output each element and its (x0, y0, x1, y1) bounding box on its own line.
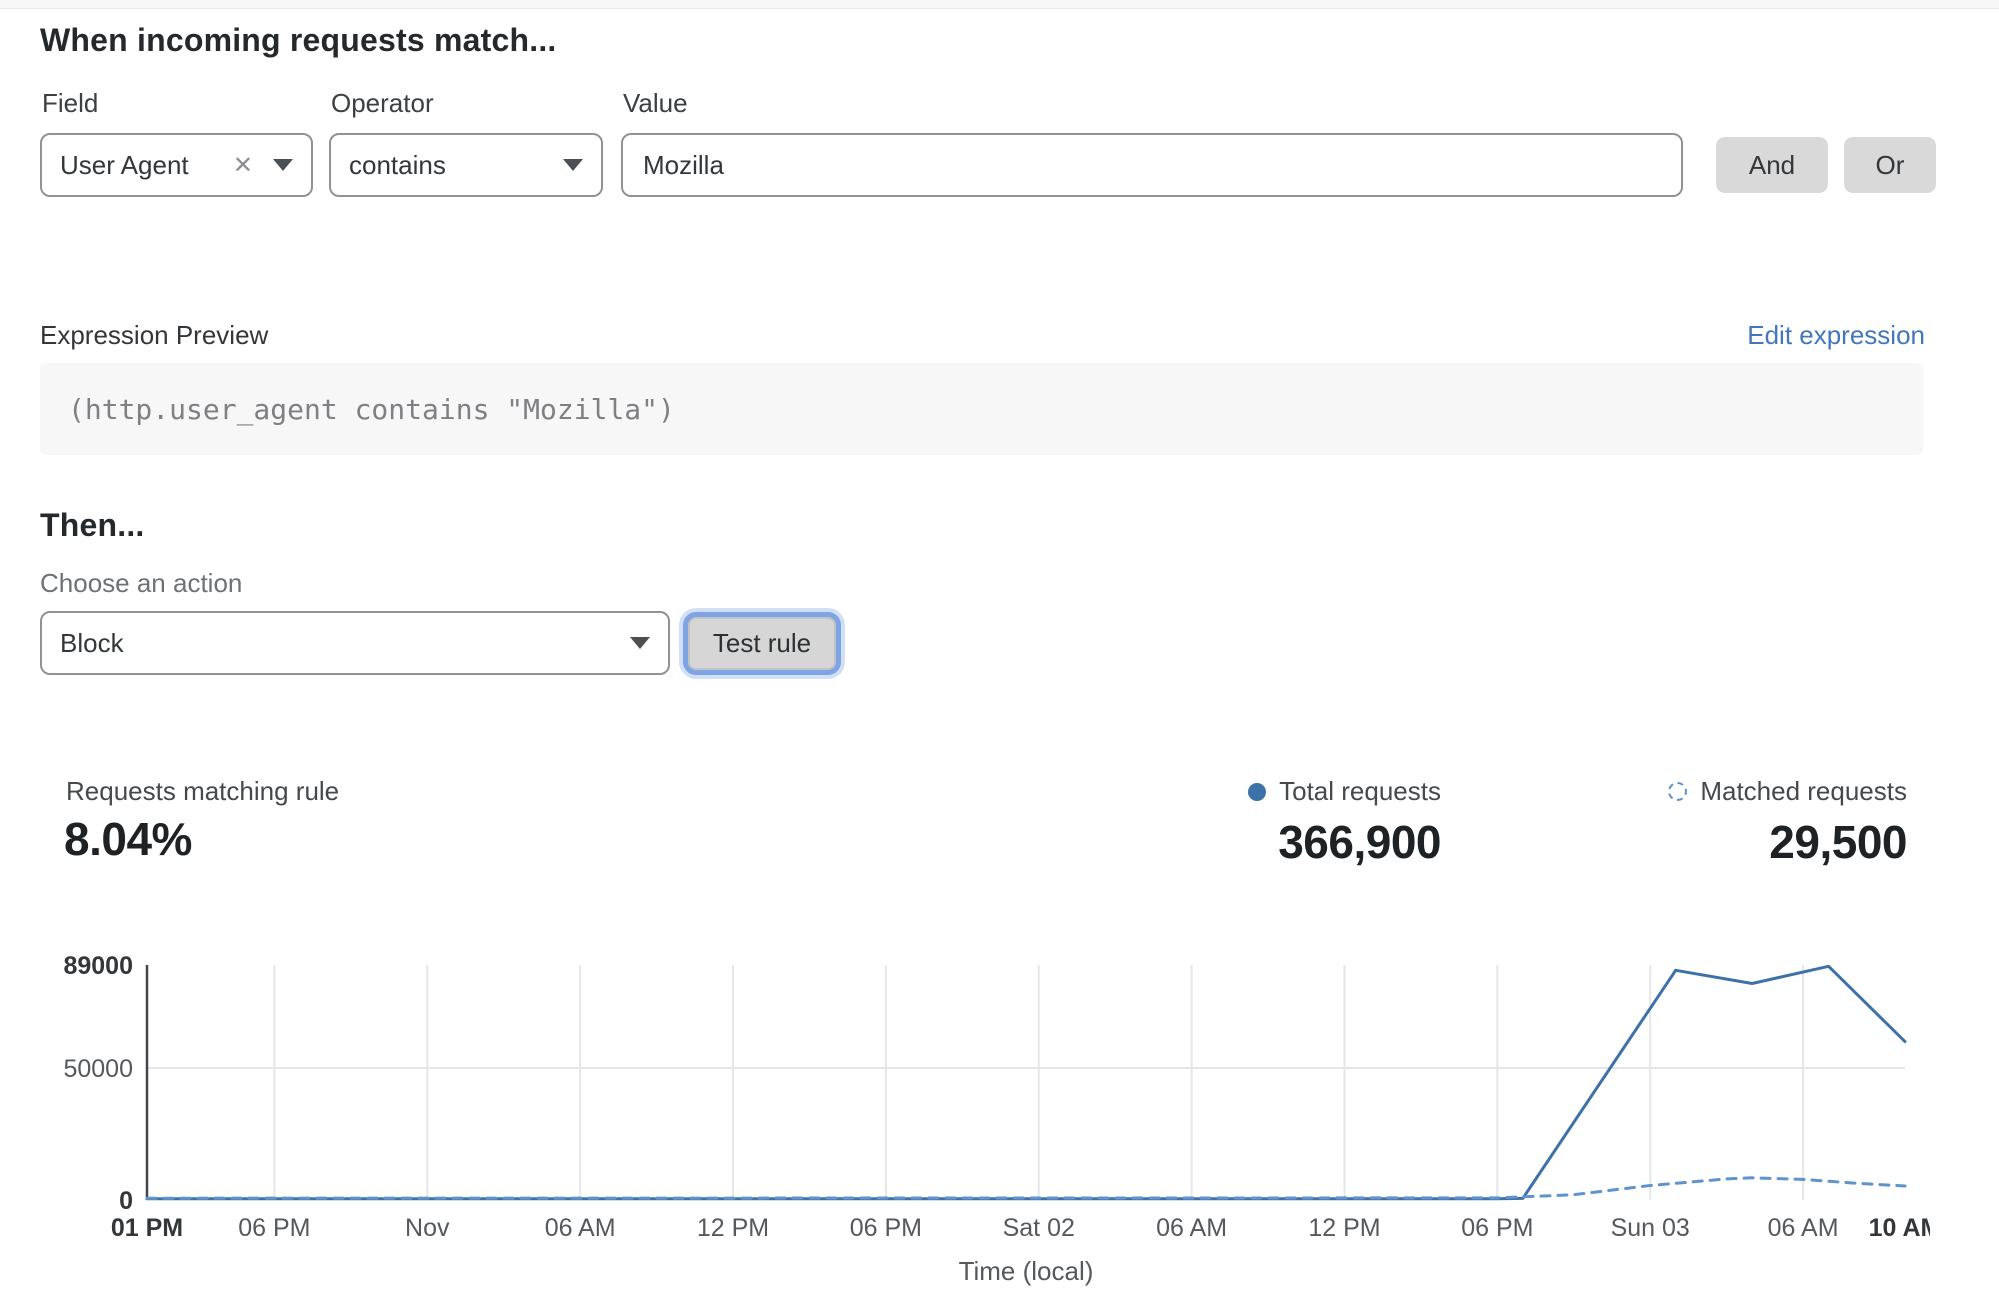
top-divider (0, 0, 1999, 9)
svg-text:06 AM: 06 AM (1768, 1214, 1839, 1242)
chevron-down-icon[interactable] (630, 637, 650, 649)
requests-matching-value: 8.04% (64, 812, 192, 866)
match-heading: When incoming requests match... (40, 22, 557, 59)
svg-text:06 AM: 06 AM (545, 1214, 616, 1242)
operator-select[interactable]: contains (329, 133, 603, 197)
svg-text:Nov: Nov (405, 1214, 450, 1242)
total-requests-label: Total requests (1279, 776, 1441, 807)
svg-text:89000: 89000 (63, 952, 133, 980)
clear-icon[interactable]: ✕ (233, 151, 253, 180)
requests-matching-label: Requests matching rule (66, 776, 339, 807)
svg-text:06 PM: 06 PM (850, 1214, 922, 1242)
svg-text:06 AM: 06 AM (1156, 1214, 1227, 1242)
expression-code: (http.user_agent contains "Mozilla") (40, 393, 675, 426)
svg-text:06 PM: 06 PM (1461, 1214, 1533, 1242)
total-requests-legend: Total requests 366,900 (1248, 776, 1441, 869)
total-requests-dot-icon (1248, 783, 1266, 801)
action-select[interactable]: Block (40, 611, 670, 675)
svg-text:12 PM: 12 PM (1308, 1214, 1380, 1242)
matched-requests-value: 29,500 (1668, 815, 1907, 869)
and-button[interactable]: And (1716, 137, 1828, 193)
operator-select-value: contains (349, 150, 563, 181)
chevron-down-icon[interactable] (273, 159, 293, 171)
field-select[interactable]: User Agent ✕ (40, 133, 313, 197)
then-heading: Then... (40, 507, 145, 544)
expression-preview-label: Expression Preview (40, 320, 268, 351)
value-input[interactable]: Mozilla (621, 133, 1683, 197)
svg-text:06 PM: 06 PM (238, 1214, 310, 1242)
svg-text:Sun 03: Sun 03 (1611, 1214, 1690, 1242)
or-button[interactable]: Or (1844, 137, 1936, 193)
requests-chart: 89000 50000 001 PM 06 PM Nov 06 AM 12 PM 06 PM S… (40, 940, 1930, 1295)
firewall-rule-builder: When incoming requests match... Field Op… (0, 0, 1999, 1295)
matched-requests-dashed-circle-icon (1668, 782, 1687, 801)
svg-text:01 PM: 01 PM (111, 1214, 183, 1242)
operator-label: Operator (331, 88, 434, 119)
matched-requests-legend: Matched requests 29,500 (1668, 776, 1907, 869)
svg-text:Time (local): Time (local) (959, 1256, 1094, 1286)
edit-expression-link[interactable]: Edit expression (1747, 320, 1925, 351)
matched-requests-label: Matched requests (1700, 776, 1907, 807)
svg-text:50000: 50000 (63, 1055, 133, 1083)
choose-action-label: Choose an action (40, 568, 242, 599)
total-requests-value: 366,900 (1248, 815, 1441, 869)
field-select-value: User Agent (60, 150, 233, 181)
action-select-value: Block (60, 628, 630, 659)
field-label: Field (42, 88, 98, 119)
svg-text:Sat 02: Sat 02 (1003, 1214, 1075, 1242)
value-input-text: Mozilla (643, 150, 724, 181)
expression-code-block: (http.user_agent contains "Mozilla") (40, 363, 1923, 455)
svg-text:0: 0 (119, 1187, 133, 1215)
chevron-down-icon[interactable] (563, 159, 583, 171)
test-rule-button[interactable]: Test rule (688, 617, 836, 670)
value-label: Value (623, 88, 688, 119)
svg-text:10 AM: 10 AM (1869, 1214, 1930, 1242)
svg-text:12 PM: 12 PM (697, 1214, 769, 1242)
